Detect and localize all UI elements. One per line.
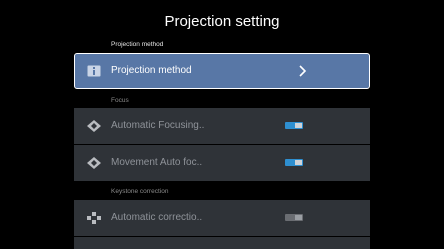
menu-item-automatic-correction[interactable]: Automatic correctio.. [74, 200, 370, 236]
section-header-keystone-correction: Keystone correction [111, 188, 169, 195]
page-title: Projection setting [164, 13, 280, 30]
menu-item-label: Projection method [111, 65, 192, 76]
menu-item-label: Automatic correctio.. [111, 212, 203, 223]
menu-item-movement-auto-focus[interactable]: Movement Auto foc.. [74, 145, 370, 181]
menu-item-label: Movement Auto foc.. [111, 157, 203, 168]
menu-item-label: Automatic Focusing.. [111, 120, 205, 131]
toggle-switch-on[interactable] [285, 159, 303, 166]
section-header-focus: Focus [111, 97, 129, 104]
toggle-switch-off[interactable] [285, 214, 303, 221]
projector-icon [87, 64, 101, 77]
menu-item-partial[interactable] [74, 237, 370, 249]
menu-item-projection-method[interactable]: Projection method [74, 53, 370, 89]
section-header-projection-method: Projection method [111, 41, 164, 48]
toggle-switch-on[interactable] [285, 122, 303, 129]
chevron-right-icon [297, 64, 307, 78]
focus-icon [87, 119, 101, 132]
menu-item-automatic-focusing[interactable]: Automatic Focusing.. [74, 108, 370, 144]
keystone-icon [87, 211, 101, 224]
focus-icon [87, 156, 101, 169]
